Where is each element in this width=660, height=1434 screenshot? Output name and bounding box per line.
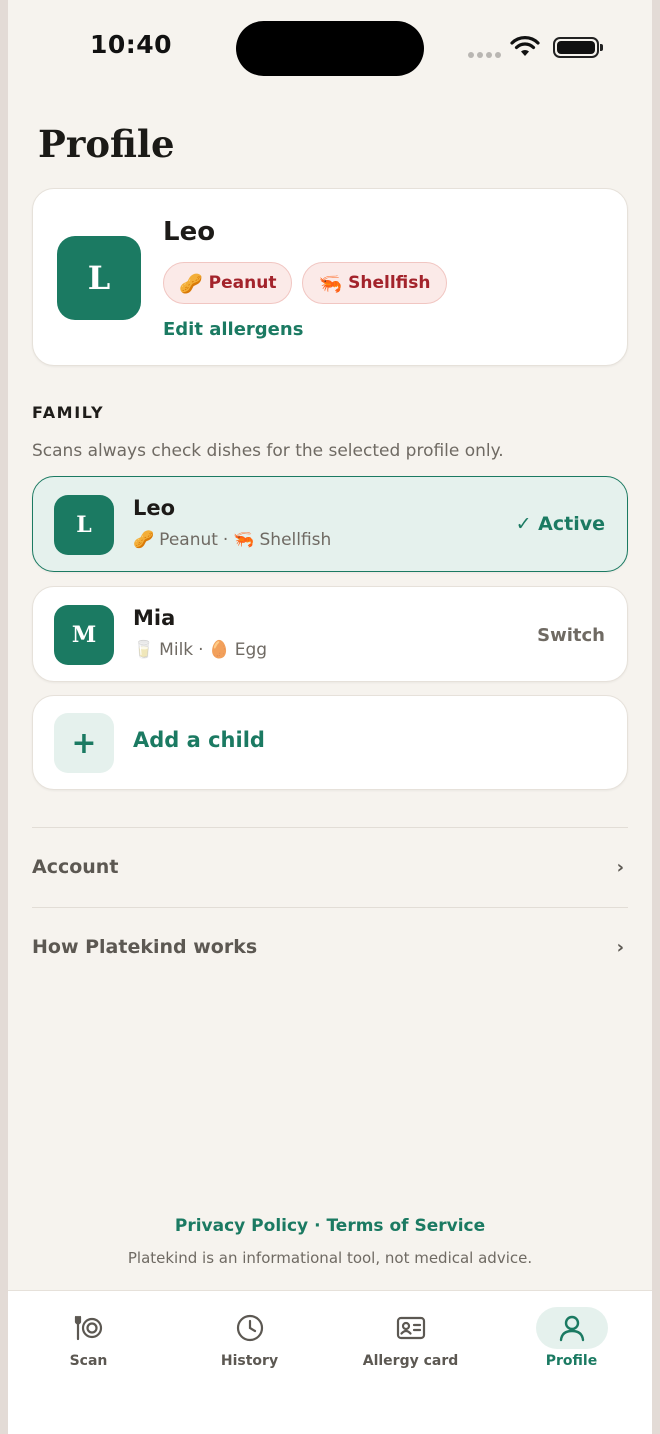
disclaimer: Platekind is an informational tool, not … — [127, 1249, 533, 1267]
peanut-icon: 🥜 — [179, 272, 203, 295]
divider — [32, 827, 628, 828]
wifi-icon — [510, 36, 540, 56]
egg-icon: 🥚 — [208, 640, 230, 660]
family-member-mia[interactable]: M Mia 🥛 Milk · 🥚 Egg Switch — [32, 586, 628, 682]
member-name: Mia — [133, 606, 176, 630]
row-label: How Platekind works — [32, 936, 258, 958]
dynamic-island — [236, 21, 424, 76]
allergen-label: Shellfish — [259, 530, 332, 550]
profile-name: Leo — [163, 217, 216, 247]
allergen-chip-label: Peanut — [208, 273, 277, 293]
add-child-button[interactable]: + Add a child — [32, 695, 628, 790]
tab-label: Profile — [545, 1353, 598, 1369]
separator: · — [314, 1216, 321, 1236]
switch-button[interactable]: Switch — [537, 625, 605, 646]
allergen-label: Milk — [159, 640, 194, 660]
chevron-right-icon: › — [616, 936, 624, 958]
member-name: Leo — [133, 496, 176, 520]
how-it-works-row[interactable]: How Platekind works › — [32, 927, 628, 967]
tab-allergy-card[interactable]: Allergy card — [330, 1291, 491, 1391]
separator: · — [198, 640, 204, 660]
legal-links: Privacy Policy · Terms of Service — [8, 1216, 652, 1236]
tab-history[interactable]: History — [169, 1291, 330, 1391]
tab-label: Allergy card — [362, 1353, 459, 1369]
row-label: Account — [32, 856, 119, 878]
battery-icon — [553, 37, 603, 58]
allergen-label: Peanut — [159, 530, 218, 550]
active-status: ✓ Active — [515, 513, 605, 535]
page-title: Profile — [38, 122, 175, 166]
family-section-label: FAMILY — [32, 403, 105, 422]
shrimp-icon: 🦐 — [233, 530, 255, 550]
shrimp-icon: 🦐 — [318, 272, 343, 295]
peanut-icon: 🥜 — [133, 530, 155, 550]
plus-icon: + — [54, 713, 114, 773]
avatar: M — [54, 605, 114, 665]
allergen-chip-shellfish: 🦐 Shellfish — [302, 262, 447, 304]
tab-bar: Scan History Allergy card Profile — [8, 1290, 652, 1434]
id-card-icon — [375, 1307, 447, 1349]
allergen-chip-peanut: 🥜 Peanut — [163, 262, 293, 304]
cellular-signal-icon — [468, 52, 501, 58]
allergen-chips: 🥜 Peanut 🦐 Shellfish — [163, 262, 447, 304]
privacy-policy-link[interactable]: Privacy Policy — [175, 1216, 308, 1236]
avatar: L — [54, 495, 114, 555]
app-screen: 10:40 Profile L Leo 🥜 Peanut 🦐 Shellfish… — [8, 0, 652, 1434]
tab-label: Scan — [69, 1353, 108, 1369]
person-icon — [535, 1307, 608, 1349]
family-member-leo[interactable]: L Leo 🥜 Peanut · 🦐 Shellfish ✓ Active — [32, 476, 628, 572]
chevron-right-icon: › — [616, 856, 624, 878]
member-allergens: 🥜 Peanut · 🦐 Shellfish — [133, 530, 331, 550]
tab-profile[interactable]: Profile — [491, 1291, 652, 1391]
clock-icon — [214, 1307, 286, 1349]
tab-scan[interactable]: Scan — [8, 1291, 169, 1391]
divider — [32, 907, 628, 908]
add-child-label: Add a child — [133, 728, 265, 752]
tab-label: History — [220, 1353, 279, 1369]
milk-icon: 🥛 — [133, 640, 155, 660]
profile-card: L Leo 🥜 Peanut 🦐 Shellfish Edit allergen… — [32, 188, 628, 366]
allergen-label: Egg — [234, 640, 268, 660]
terms-of-service-link[interactable]: Terms of Service — [326, 1216, 485, 1236]
account-row[interactable]: Account › — [32, 847, 628, 887]
allergen-chip-label: Shellfish — [348, 273, 431, 293]
member-allergens: 🥛 Milk · 🥚 Egg — [133, 640, 267, 660]
plate-utensils-icon — [53, 1307, 125, 1349]
status-time: 10:40 — [90, 30, 173, 59]
family-section-note: Scans always check dishes for the select… — [32, 441, 504, 461]
separator: · — [222, 530, 229, 550]
edit-allergens-link[interactable]: Edit allergens — [163, 319, 303, 340]
avatar: L — [57, 236, 141, 320]
